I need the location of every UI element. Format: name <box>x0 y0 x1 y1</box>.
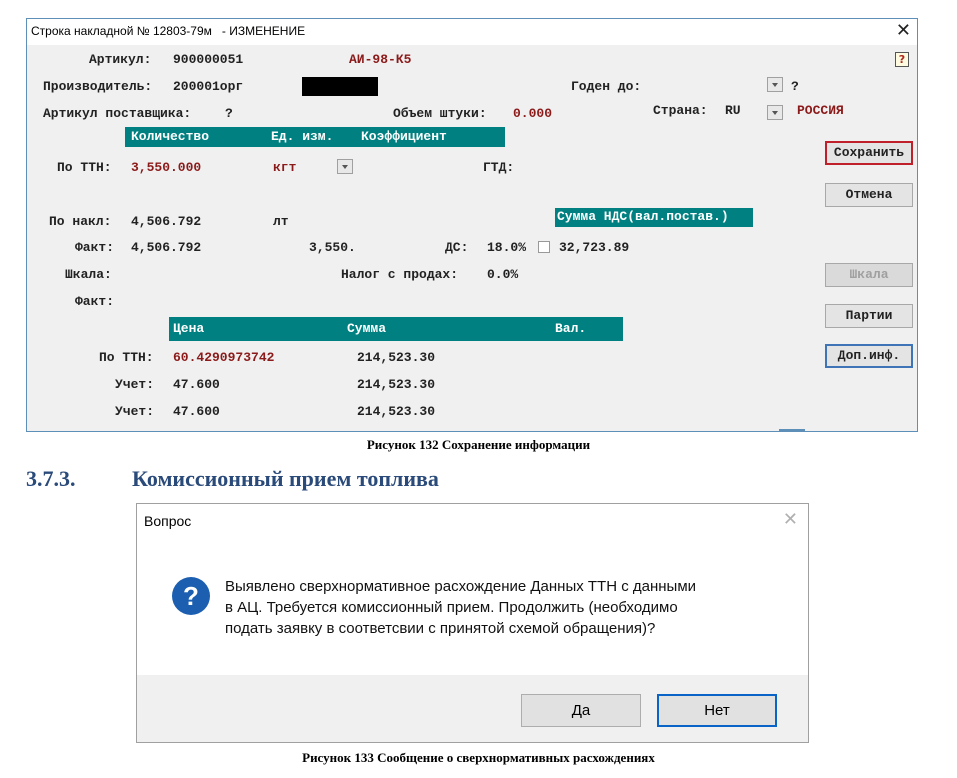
sales-tax-value: 0.0% <box>487 267 519 282</box>
close-icon[interactable]: ✕ <box>896 20 911 41</box>
question-dialog: Вопрос ✕ ? Выявлено сверхнормативное рас… <box>136 503 809 743</box>
unit-dropdown[interactable] <box>337 159 353 174</box>
fakt-value-2: 3,550. <box>309 240 356 255</box>
vat-header: Сумма НДС(вал.постав.) <box>555 208 753 227</box>
producer-value: 200001орг <box>173 79 244 94</box>
parties-button[interactable]: Партии <box>825 304 913 328</box>
nakl-unit: лт <box>273 214 289 229</box>
valid-until-label: Годен до: <box>571 79 642 94</box>
window-titlebar: Строка накладной № 12803-79м - ИЗМЕНЕНИЕ… <box>27 19 917 45</box>
fakt-value: 4,506.792 <box>131 240 202 255</box>
qty-header: Количество <box>131 129 210 144</box>
artikul-value: 900000051 <box>173 52 244 67</box>
row-label: По ТТН: <box>99 350 154 365</box>
section-title: Комиссионный прием топлива <box>132 466 439 491</box>
window-title: Строка накладной № 12803-79м - ИЗМЕНЕНИЕ <box>31 24 306 38</box>
supplier-artikul-label: Артикул поставщика: <box>43 106 192 121</box>
redacted-block <box>302 77 378 96</box>
scrollbar-thumb[interactable] <box>779 429 805 432</box>
country-code: RU <box>725 103 741 118</box>
sales-tax-label: Налог с продах: <box>341 267 459 282</box>
close-icon[interactable]: ✕ <box>783 509 798 530</box>
price-header: Цена Сумма Вал. <box>169 317 623 341</box>
country-label: Страна: <box>653 103 708 118</box>
gtd-label: ГТД: <box>483 160 515 175</box>
nakl-label: По накл: <box>49 214 112 229</box>
ttn-unit: кгт <box>273 160 297 175</box>
section-number: 3.7.3. <box>26 466 76 491</box>
ds-value: 18.0% <box>487 240 527 255</box>
message-line: подать заявку в соответсвии с принятой с… <box>225 620 656 637</box>
dialog-footer: Да Нет <box>137 675 808 742</box>
row-price: 60.4290973742 <box>173 350 275 365</box>
dialog-title: Вопрос <box>144 513 192 529</box>
no-button[interactable]: Нет <box>657 694 777 727</box>
question-icon: ? <box>172 577 210 615</box>
artikul-name: АИ-98-К5 <box>349 52 412 67</box>
country-dropdown[interactable] <box>767 105 783 120</box>
volume-value: 0.000 <box>513 106 553 121</box>
row-label: Учет: <box>115 377 155 392</box>
extra-info-button[interactable]: Доп.инф. <box>825 344 913 368</box>
help-icon[interactable]: ? <box>895 52 909 67</box>
ttn-label: По ТТН: <box>57 160 112 175</box>
message-line: Выявлено сверхнормативное расхождение Да… <box>225 578 697 595</box>
supplier-artikul-value: ? <box>225 106 233 121</box>
row-price: 47.600 <box>173 404 220 419</box>
volume-label: Объем штуки: <box>393 106 487 121</box>
coef-header: Коэффициент <box>361 129 447 144</box>
producer-label: Производитель: <box>43 79 153 94</box>
cancel-button[interactable]: Отмена <box>825 183 913 207</box>
dialog-message: Выявлено сверхнормативное расхождение Да… <box>225 576 785 639</box>
valid-until-dropdown[interactable] <box>767 77 783 92</box>
ds-checkbox[interactable] <box>538 241 550 253</box>
fakt2-label: Факт: <box>75 294 115 309</box>
row-sum: 214,523.30 <box>357 404 436 419</box>
figure-133-caption: Рисунок 133 Сообщение о сверхнормативных… <box>302 750 655 765</box>
row-label: Учет: <box>115 404 155 419</box>
scale-label: Шкала: <box>65 267 112 282</box>
fakt-label: Факт: <box>75 240 115 255</box>
country-name: РОССИЯ <box>797 103 844 118</box>
yes-button[interactable]: Да <box>521 694 641 727</box>
row-price: 47.600 <box>173 377 220 392</box>
artikul-label: Артикул: <box>89 52 152 67</box>
message-line: в АЦ. Требуется комиссионный прием. Прод… <box>225 599 678 616</box>
row-sum: 214,523.30 <box>357 350 436 365</box>
currency-col-header: Вал. <box>555 321 587 336</box>
scale-button[interactable]: Шкала <box>825 263 913 287</box>
unit-header: Ед. изм. <box>271 129 334 144</box>
invoice-line-window: Строка накладной № 12803-79м - ИЗМЕНЕНИЕ… <box>26 18 918 432</box>
ttn-qty: 3,550.000 <box>131 160 202 175</box>
nakl-value: 4,506.792 <box>131 214 202 229</box>
row-sum: 214,523.30 <box>357 377 436 392</box>
ds-label: ДС: <box>445 240 469 255</box>
save-button[interactable]: Сохранить <box>825 141 913 165</box>
price-col-header: Цена <box>173 321 205 336</box>
sum-col-header: Сумма <box>347 321 387 336</box>
vat-value: 32,723.89 <box>559 240 630 255</box>
quantity-header: Количество Ед. изм. Коэффициент <box>125 127 505 147</box>
figure-132-caption: Рисунок 132 Сохранение информации <box>366 437 591 452</box>
valid-until-q: ? <box>791 79 799 94</box>
